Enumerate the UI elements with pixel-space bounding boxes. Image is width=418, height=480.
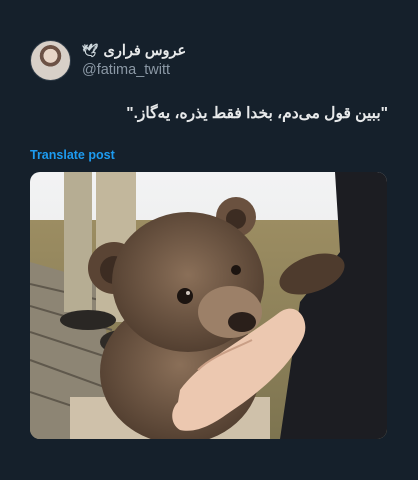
translate-post-link[interactable]: Translate post (30, 148, 115, 162)
avatar[interactable] (30, 40, 71, 81)
tweet-photo[interactable] (30, 172, 387, 439)
dove-icon: 🕊 (82, 42, 99, 58)
tweet-header: 🕊 عروس فراری @fatima_twitt (30, 40, 186, 81)
display-name[interactable]: عروس فراری (104, 43, 187, 60)
user-names: 🕊 عروس فراری @fatima_twitt (82, 43, 186, 78)
display-name-row[interactable]: 🕊 عروس فراری (82, 43, 186, 60)
bear-cub-photo (30, 172, 387, 439)
user-handle[interactable]: @fatima_twitt (82, 62, 186, 79)
tweet-text: "ببین قول می‌دم، بخدا فقط یذره، یه‌گاز." (126, 105, 388, 122)
